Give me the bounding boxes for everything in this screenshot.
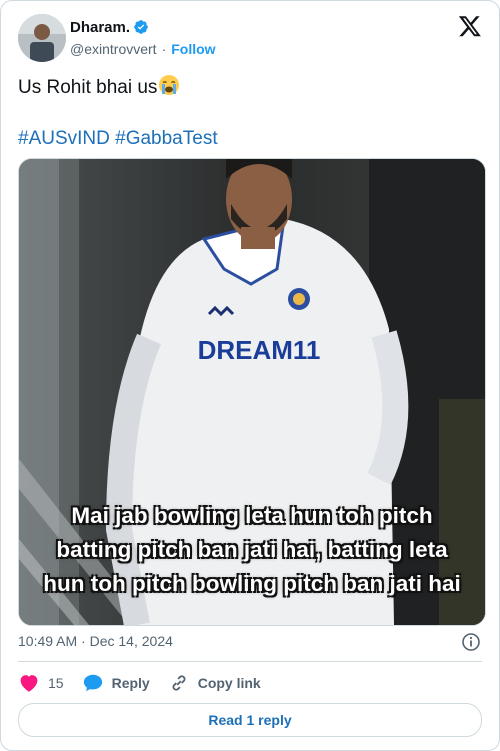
like-button[interactable]: 15 [18,672,64,694]
info-icon[interactable] [461,632,481,657]
reply-icon [83,674,102,692]
heart-icon [20,675,38,692]
caption-line: hun toh pitch bowling pitch ban jati hai [43,571,461,596]
tweet-time: 10:49 AM [18,633,78,649]
author-info: Dharam. @exintrovvert · Follow [70,18,216,58]
separator-dot: · [81,633,86,649]
loudly-crying-face-emoji-icon [158,74,180,103]
tweet-media[interactable]: DREAM11 Mai jab bowling leta hun toh pit… [18,158,486,626]
tweet-actions: 15 Reply Copy link [18,671,279,695]
reply-label: Reply [111,675,150,691]
tweet-card: Dharam. @exintrovvert · Follow Us Rohit … [0,0,500,751]
separator-dot: · [161,41,167,57]
copy-link-button[interactable]: Copy link [168,672,261,694]
reply-button[interactable]: Reply [82,672,150,694]
media-caption: Mai jab bowling leta hun toh pitch batti… [19,499,485,601]
tweet-text: Us Rohit bhai us #AUSvIND #GabbaTest [18,74,482,151]
tweet-timestamp[interactable]: 10:49 AM · Dec 14, 2024 [18,633,173,649]
divider [18,661,482,662]
tweet-header: Dharam. @exintrovvert · Follow [18,14,482,62]
avatar[interactable] [18,14,66,62]
display-name[interactable]: Dharam. [70,19,130,36]
x-logo-icon[interactable] [458,14,482,38]
link-icon [172,675,186,691]
tweet-body: Us Rohit bhai us [18,77,158,98]
like-count: 15 [48,675,64,691]
verified-badge-icon [133,19,149,35]
copy-link-label: Copy link [197,675,261,691]
hashtag-link[interactable]: #AUSvIND [18,128,110,149]
handle[interactable]: @exintrovvert [70,41,157,57]
tweet-date: Dec 14, 2024 [89,633,173,649]
read-replies-button[interactable]: Read 1 reply [18,703,482,737]
jersey-sponsor-text: DREAM11 [198,335,321,365]
hashtag-link[interactable]: #GabbaTest [115,128,217,149]
caption-line: Mai jab bowling leta hun toh pitch [71,503,433,528]
follow-button[interactable]: Follow [171,41,215,57]
caption-line: batting pitch ban jati hai, batting leta [56,537,448,562]
